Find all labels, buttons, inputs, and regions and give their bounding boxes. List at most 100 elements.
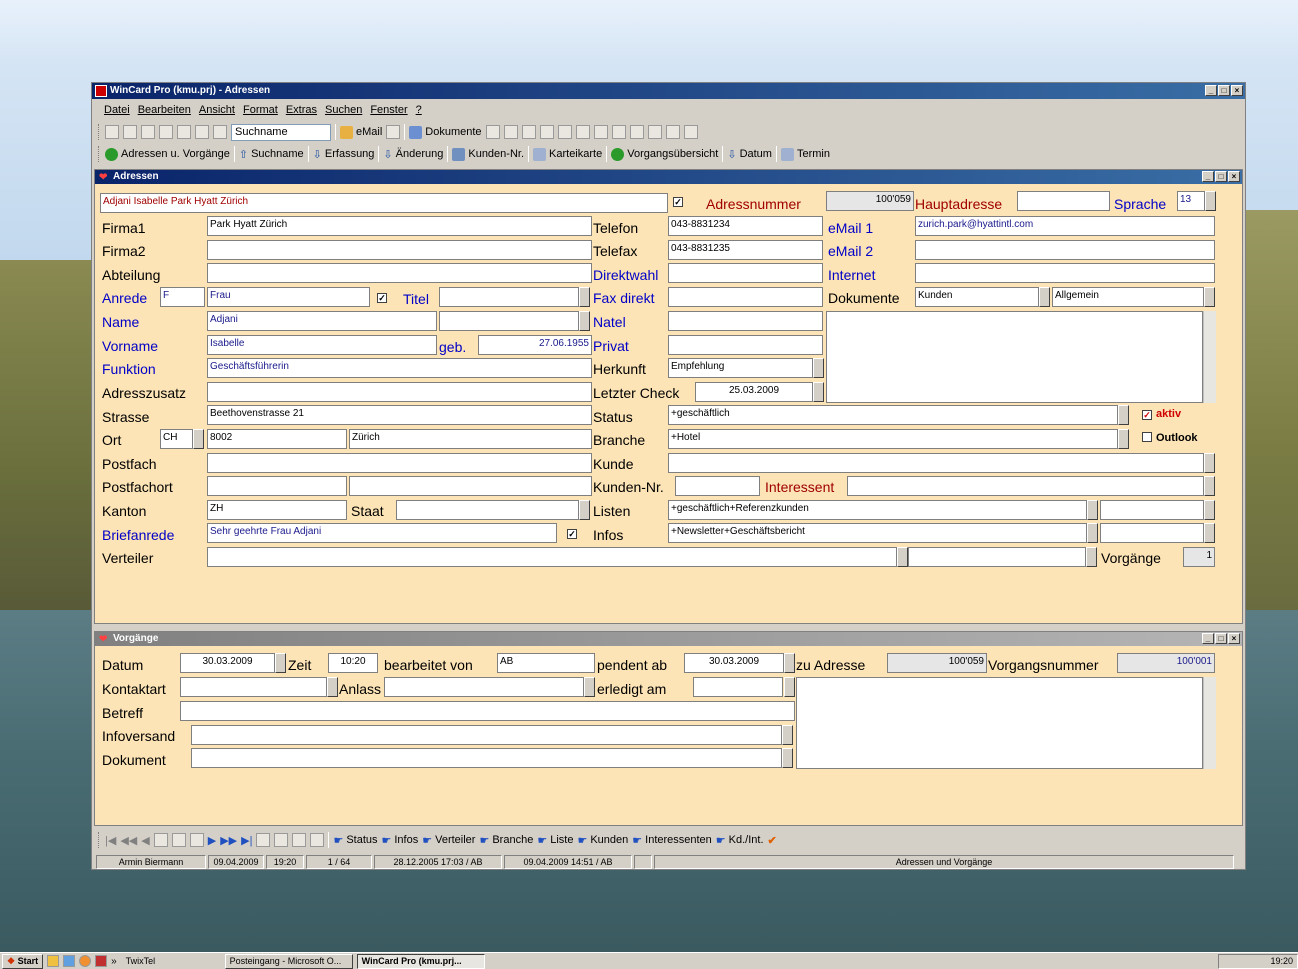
- hauptadresse-field[interactable]: [1017, 191, 1110, 211]
- direktwahl-field[interactable]: [668, 263, 823, 283]
- anrede-field[interactable]: Frau: [207, 287, 370, 307]
- quicklaunch-icon[interactable]: [63, 955, 76, 967]
- prev-page-icon[interactable]: ◀◀: [120, 834, 137, 847]
- abteilung-field[interactable]: [207, 263, 592, 283]
- table-icon[interactable]: [683, 125, 698, 139]
- pin-icon[interactable]: [189, 833, 204, 847]
- pendent-dropdown[interactable]: [784, 653, 795, 673]
- prev-record-icon[interactable]: ◀: [141, 834, 149, 847]
- checkmark-icon[interactable]: ✔: [768, 834, 777, 847]
- herkunft-field[interactable]: Empfehlung: [668, 358, 813, 378]
- dokumente-gruppe-dropdown[interactable]: [1204, 287, 1215, 307]
- land-field[interactable]: CH: [160, 429, 193, 449]
- vorgaenge-titlebar[interactable]: ❤ Vorgänge _ □ ×: [95, 632, 1242, 646]
- herkunft-dropdown[interactable]: [813, 358, 824, 378]
- infoversand-field[interactable]: [191, 725, 782, 745]
- kontaktart-dropdown[interactable]: [327, 677, 338, 697]
- status-field[interactable]: +geschäftlich: [668, 405, 1118, 425]
- adressnummer-checkbox[interactable]: ✓: [673, 195, 687, 207]
- anrede-code-field[interactable]: F: [160, 287, 205, 307]
- verteiler-extra-dropdown[interactable]: [1086, 547, 1097, 567]
- bottom-status-button[interactable]: ☛ Status: [333, 834, 377, 847]
- postfach-plz-field[interactable]: [207, 476, 347, 496]
- outlook-checkbox[interactable]: Outlook: [1142, 432, 1198, 444]
- infos-field[interactable]: +Newsletter+Geschäftsbericht: [668, 523, 1087, 543]
- nav-vorgangsuebersicht[interactable]: Vorgangsübersicht: [611, 147, 718, 161]
- postfach-field[interactable]: [207, 453, 592, 473]
- land-dropdown[interactable]: [193, 429, 204, 449]
- anlass-dropdown[interactable]: [584, 677, 595, 697]
- bottom-infos-button[interactable]: ☛ Infos: [382, 834, 419, 847]
- firma2-field[interactable]: [207, 240, 592, 260]
- undo-icon[interactable]: [153, 833, 168, 847]
- plz-field[interactable]: 8002: [207, 429, 347, 449]
- menu-ansicht[interactable]: Ansicht: [199, 104, 235, 116]
- print-icon[interactable]: [177, 125, 191, 139]
- last-record-icon[interactable]: ▶|: [241, 834, 252, 847]
- telefax-field[interactable]: 043-8831235: [668, 240, 823, 260]
- clock-icon[interactable]: [310, 833, 325, 847]
- refresh-icon[interactable]: [292, 833, 307, 847]
- aktiv-checkbox[interactable]: ✓ aktiv: [1142, 408, 1181, 420]
- kontaktart-field[interactable]: [180, 677, 327, 697]
- dokumente-kategorie-dropdown[interactable]: [1039, 287, 1050, 307]
- pendent-field[interactable]: 30.03.2009: [684, 653, 784, 673]
- bottom-kunden-button[interactable]: ☛ Kunden: [577, 834, 628, 847]
- taskbar-posteingang[interactable]: Posteingang - Microsoft O...: [224, 953, 353, 969]
- name-field[interactable]: Adjani: [207, 311, 437, 331]
- titel-field[interactable]: [439, 287, 579, 307]
- adressen-titlebar[interactable]: ❤ Adressen _ □ ×: [95, 170, 1242, 184]
- folder-icon[interactable]: [47, 955, 60, 967]
- export-icon[interactable]: [611, 125, 626, 139]
- bottom-liste-button[interactable]: ☛ Liste: [537, 834, 573, 847]
- close-icon[interactable]: ×: [1228, 171, 1240, 182]
- globe-icon[interactable]: [274, 833, 289, 847]
- start-button[interactable]: ❖ Start: [2, 953, 44, 969]
- nav-suchname[interactable]: ⇧ Suchname: [239, 148, 304, 161]
- card-icon[interactable]: [629, 125, 644, 139]
- menu-fenster[interactable]: Fenster: [370, 104, 407, 116]
- find-icon[interactable]: [557, 125, 572, 139]
- branche-field[interactable]: +Hotel: [668, 429, 1118, 449]
- vorgang-notes-scrollbar[interactable]: [1203, 677, 1216, 769]
- infos-dropdown[interactable]: [1087, 523, 1098, 543]
- dokumente-button[interactable]: Dokumente: [409, 125, 482, 139]
- vorgang-datum-dropdown[interactable]: [275, 653, 286, 673]
- dokumente-scrollbar[interactable]: [1203, 311, 1216, 403]
- natel-field[interactable]: [668, 311, 823, 331]
- dokument-field[interactable]: [191, 748, 782, 768]
- window-titlebar[interactable]: WinCard Pro (kmu.prj) - Adressen _ □ ×: [92, 83, 1245, 99]
- listen-extra-field[interactable]: [1100, 500, 1204, 520]
- erledigt-field[interactable]: [693, 677, 783, 697]
- email-button[interactable]: eMail: [340, 125, 382, 139]
- email1-field[interactable]: zurich.park@hyattintl.com: [915, 216, 1215, 236]
- verteiler-dropdown[interactable]: [897, 547, 908, 567]
- close-icon[interactable]: ×: [1228, 633, 1240, 644]
- bearbeitet-field[interactable]: AB: [497, 653, 595, 673]
- link-icon[interactable]: [539, 125, 554, 139]
- listen-dropdown[interactable]: [1087, 500, 1098, 520]
- sprache-dropdown[interactable]: [1205, 191, 1216, 211]
- verteiler-field[interactable]: [207, 547, 897, 567]
- wincard-icon[interactable]: [95, 955, 108, 967]
- internet-field[interactable]: [915, 263, 1215, 283]
- menu-bearbeiten[interactable]: Bearbeiten: [138, 104, 191, 116]
- nav-adressen-vorgaenge[interactable]: Adressen u. Vorgänge: [105, 147, 230, 161]
- branche-dropdown[interactable]: [1118, 429, 1129, 449]
- minimize-icon[interactable]: _: [1202, 633, 1214, 644]
- strasse-field[interactable]: Beethovenstrasse 21: [207, 405, 592, 425]
- sort-icon[interactable]: [141, 125, 155, 139]
- name-dropdown[interactable]: [579, 311, 590, 331]
- status-dropdown[interactable]: [1118, 405, 1129, 425]
- nav-termin[interactable]: Termin: [780, 147, 830, 161]
- undo-icon[interactable]: [123, 125, 137, 139]
- kanton-field[interactable]: ZH: [207, 500, 347, 520]
- zoom-icon[interactable]: [593, 125, 608, 139]
- erledigt-dropdown[interactable]: [784, 677, 795, 697]
- interessent-dropdown[interactable]: [1204, 476, 1215, 496]
- upload-icon[interactable]: [171, 833, 186, 847]
- email2-field[interactable]: [915, 240, 1215, 260]
- email-send-icon[interactable]: [386, 125, 401, 139]
- titel-dropdown[interactable]: [579, 287, 590, 307]
- kunden-nr-field[interactable]: [675, 476, 760, 496]
